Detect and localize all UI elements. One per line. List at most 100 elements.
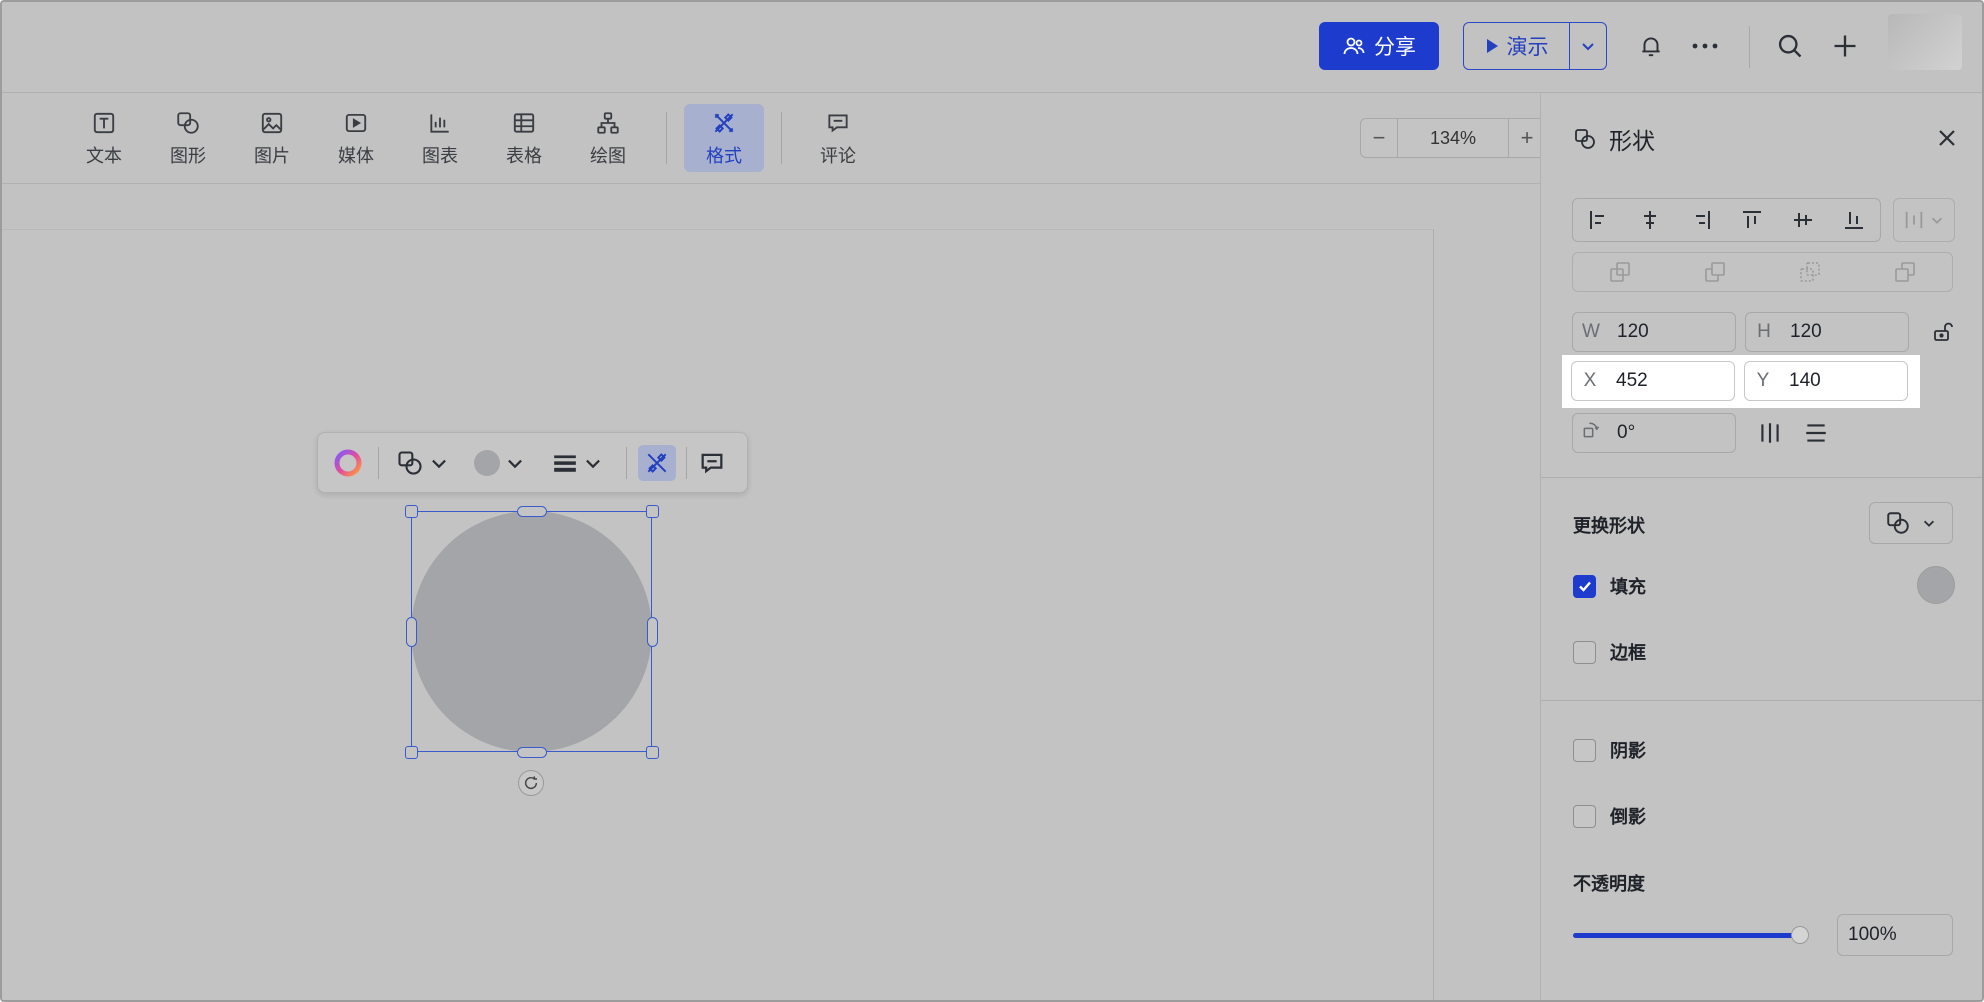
- resize-handle-bottom[interactable]: [517, 747, 547, 758]
- distribute-dropdown[interactable]: [1893, 198, 1955, 242]
- ai-button[interactable]: [332, 445, 364, 481]
- x-position-field[interactable]: X 452: [1571, 361, 1735, 401]
- opacity-slider-thumb[interactable]: [1791, 926, 1809, 944]
- border-option[interactable]: 边框: [1573, 639, 1646, 665]
- resize-handle-left[interactable]: [406, 617, 417, 647]
- fill-color-swatch[interactable]: [1917, 566, 1955, 604]
- align-center-horizontal-icon[interactable]: [1638, 208, 1662, 232]
- rotation-icon: [1583, 422, 1600, 438]
- send-to-back-icon[interactable]: [1893, 260, 1917, 284]
- shape-type-dropdown[interactable]: [396, 445, 450, 481]
- y-label: Y: [1756, 370, 1770, 391]
- media-icon: [345, 113, 367, 133]
- present-dropdown-button[interactable]: [1569, 23, 1606, 69]
- reflection-label: 倒影: [1610, 807, 1646, 827]
- shape-icon: [1887, 512, 1909, 534]
- comment-button[interactable]: [698, 445, 726, 481]
- change-shape-dropdown[interactable]: [1869, 502, 1953, 544]
- shadow-checkbox[interactable]: [1573, 738, 1596, 762]
- tool-text[interactable]: 文本: [69, 110, 139, 170]
- panel-header: 形状: [1573, 122, 1655, 156]
- send-backward-icon[interactable]: [1798, 260, 1822, 284]
- lock-ratio-button[interactable]: [1931, 320, 1955, 349]
- tool-shape[interactable]: 图形: [153, 110, 223, 170]
- y-position-field[interactable]: Y 140: [1744, 361, 1908, 401]
- tool-comment-label: 评论: [820, 146, 856, 166]
- shadow-option[interactable]: 阴影: [1573, 737, 1646, 763]
- resize-handle-top-left[interactable]: [405, 505, 418, 518]
- align-right-icon[interactable]: [1689, 208, 1713, 232]
- reflection-checkbox[interactable]: [1573, 804, 1596, 828]
- align-bottom-icon[interactable]: [1842, 208, 1866, 232]
- close-panel-button[interactable]: [1933, 124, 1961, 152]
- insert-toolbar: 文本 图形 图片 媒体 图表 表格 绘图 格式 评论: [2, 94, 1540, 184]
- ai-ring-icon: [334, 449, 362, 477]
- more-icon: [1692, 43, 1718, 49]
- shape-icon: [1575, 129, 1595, 149]
- format-painter-button[interactable]: [638, 445, 676, 481]
- bring-to-front-icon[interactable]: [1608, 260, 1632, 284]
- resize-handle-right[interactable]: [647, 617, 658, 647]
- rotate-handle[interactable]: [518, 770, 544, 796]
- toolbar-divider: [781, 112, 782, 164]
- notification-button[interactable]: [1633, 28, 1669, 64]
- add-button[interactable]: [1827, 28, 1863, 64]
- float-divider: [378, 447, 379, 479]
- resize-handle-top[interactable]: [517, 506, 547, 517]
- flip-horizontal-button[interactable]: [1757, 420, 1783, 451]
- format-icon: [714, 113, 734, 133]
- zoom-out-button[interactable]: −: [1361, 119, 1397, 157]
- check-icon: [1578, 581, 1591, 592]
- comment-icon: [828, 114, 848, 133]
- tool-comment[interactable]: 评论: [803, 110, 873, 170]
- flip-vertical-button[interactable]: [1803, 420, 1829, 451]
- zoom-control: − 134% +: [1360, 118, 1546, 158]
- image-icon: [261, 112, 283, 134]
- bring-forward-icon[interactable]: [1703, 260, 1727, 284]
- slide-page[interactable]: [2, 229, 1434, 1000]
- resize-handle-bottom-right[interactable]: [646, 746, 659, 759]
- resize-handle-top-right[interactable]: [646, 505, 659, 518]
- height-field[interactable]: H 120: [1745, 312, 1909, 352]
- chevron-down-icon: [508, 459, 522, 469]
- share-label: 分享: [1374, 36, 1416, 59]
- tool-format[interactable]: 格式: [684, 104, 764, 172]
- shape-icon: [177, 112, 199, 134]
- align-middle-vertical-icon[interactable]: [1791, 208, 1815, 232]
- users-icon: [1343, 37, 1365, 55]
- line-style-dropdown[interactable]: [552, 445, 604, 481]
- panel-divider: [1541, 700, 1982, 701]
- app-window: 分享 演示 文本 图形 图片 媒体 图表 表格 绘图 格式 评论 − 134% …: [0, 0, 1984, 1002]
- opacity-slider-track[interactable]: [1573, 933, 1801, 938]
- fill-color-dropdown[interactable]: [474, 445, 526, 481]
- rotation-field[interactable]: 0°: [1572, 413, 1736, 453]
- x-label: X: [1583, 370, 1597, 391]
- width-field[interactable]: W 120: [1572, 312, 1736, 352]
- tool-image-label: 图片: [254, 146, 290, 166]
- tool-chart[interactable]: 图表: [405, 110, 475, 170]
- resize-handle-bottom-left[interactable]: [405, 746, 418, 759]
- border-checkbox[interactable]: [1573, 640, 1596, 664]
- align-toolbar: [1572, 198, 1881, 242]
- reflection-option[interactable]: 倒影: [1573, 803, 1646, 829]
- fill-checkbox[interactable]: [1573, 574, 1596, 598]
- panel-divider: [1541, 477, 1982, 478]
- zoom-level[interactable]: 134%: [1397, 119, 1509, 157]
- tool-diagram[interactable]: 绘图: [573, 110, 643, 170]
- share-button[interactable]: 分享: [1319, 22, 1439, 70]
- y-value: 140: [1789, 370, 1821, 391]
- fill-option[interactable]: 填充: [1573, 573, 1646, 599]
- avatar[interactable]: [1888, 14, 1962, 70]
- top-bar: 分享 演示: [2, 2, 1982, 93]
- tool-image[interactable]: 图片: [237, 110, 307, 170]
- align-left-icon[interactable]: [1587, 208, 1611, 232]
- opacity-input[interactable]: 100%: [1837, 914, 1953, 956]
- search-button[interactable]: [1772, 28, 1808, 64]
- present-button[interactable]: 演示: [1464, 23, 1569, 69]
- align-top-icon[interactable]: [1740, 208, 1764, 232]
- tool-diagram-label: 绘图: [590, 146, 626, 166]
- tool-media[interactable]: 媒体: [321, 110, 391, 170]
- more-button[interactable]: [1687, 28, 1723, 64]
- x-value: 452: [1616, 370, 1648, 391]
- tool-table[interactable]: 表格: [489, 110, 559, 170]
